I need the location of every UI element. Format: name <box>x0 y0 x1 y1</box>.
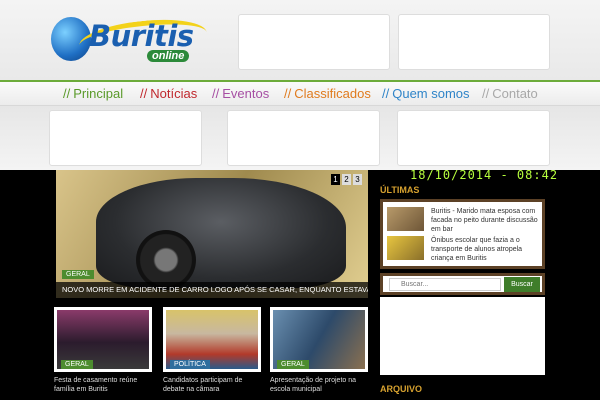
nav-label: Contato <box>492 86 538 101</box>
sidebar-widget <box>380 297 545 375</box>
site-header: Buritis online <box>0 0 600 80</box>
card-title[interactable]: Candidatos participam de debate na câmar… <box>163 376 261 394</box>
news-card-1[interactable]: GERAL <box>54 307 152 372</box>
news-thumb <box>387 236 424 260</box>
category-badge[interactable]: POLÍTICA <box>170 360 210 369</box>
nav-item-quem-somos[interactable]: //Quem somos <box>382 86 470 101</box>
ad-banner-mid-1[interactable] <box>49 110 202 166</box>
ad-band <box>0 106 600 170</box>
ad-banner-top-2[interactable] <box>398 14 550 70</box>
news-item[interactable]: Ônibus escolar que fazia a o transporte … <box>387 236 542 264</box>
nav-label: Principal <box>73 86 124 101</box>
ad-banner-mid-3[interactable] <box>397 110 550 166</box>
slider-page-1[interactable]: 1 <box>331 174 340 185</box>
card-image: GERAL <box>273 310 365 369</box>
search-input[interactable] <box>389 278 501 291</box>
news-item[interactable]: Buritis - Marido mata esposa com facada … <box>387 207 542 235</box>
nav-slash: // <box>382 86 390 101</box>
main-nav: //Principal //Notícias //Eventos //Class… <box>0 80 600 106</box>
site-logo[interactable]: Buritis online <box>49 14 211 67</box>
nav-label: Classificados <box>294 86 371 101</box>
sidebar-heading: ÚLTIMAS <box>380 185 420 195</box>
nav-slash: // <box>140 86 148 101</box>
ad-banner-top-1[interactable] <box>238 14 390 70</box>
slider-page-2[interactable]: 2 <box>342 174 351 185</box>
category-badge[interactable]: GERAL <box>61 360 93 369</box>
logo-subtitle: online <box>147 50 190 62</box>
slide-wheel <box>136 230 196 290</box>
sidebar-heading-archive: ARQUIVO <box>380 384 423 394</box>
featured-slider[interactable]: 1 2 3 GERAL NOVO MORRE EM ACIDENTE DE CA… <box>56 170 368 298</box>
category-badge[interactable]: GERAL <box>62 270 94 279</box>
nav-item-classificados[interactable]: //Classificados <box>284 86 371 101</box>
news-card-3[interactable]: GERAL <box>270 307 368 372</box>
card-title[interactable]: Festa de casamento reúne família em Buri… <box>54 376 152 394</box>
sidebar-news-list: Buritis - Marido mata esposa com facada … <box>380 199 545 269</box>
nav-slash: // <box>482 86 490 101</box>
nav-slash: // <box>212 86 220 101</box>
nav-item-noticias[interactable]: //Notícias <box>140 86 197 101</box>
card-image: GERAL <box>57 310 149 369</box>
nav-label: Notícias <box>150 86 198 101</box>
nav-label: Eventos <box>222 86 270 101</box>
nav-item-contato[interactable]: //Contato <box>482 86 538 101</box>
news-title: Ônibus escolar que fazia a o transporte … <box>431 237 523 262</box>
nav-slash: // <box>63 86 71 101</box>
nav-label: Quem somos <box>392 86 470 101</box>
nav-item-eventos[interactable]: //Eventos <box>212 86 269 101</box>
news-card-2[interactable]: POLÍTICA <box>163 307 261 372</box>
nav-slash: // <box>284 86 292 101</box>
nav-item-principal[interactable]: //Principal <box>63 86 123 101</box>
current-datetime: 18/10/2014 - 08:42 <box>410 168 559 182</box>
slide-caption[interactable]: NOVO MORRE EM ACIDENTE DE CARRO LOGO APÓ… <box>56 282 368 298</box>
card-image: POLÍTICA <box>166 310 258 369</box>
card-title[interactable]: Apresentação de projeto na escola munici… <box>270 376 368 394</box>
category-badge[interactable]: GERAL <box>277 360 309 369</box>
slider-page-3[interactable]: 3 <box>353 174 362 185</box>
slide-image <box>96 178 346 288</box>
search-box: Buscar <box>380 273 545 295</box>
logo-title: Buritis <box>89 19 194 53</box>
news-title: Buritis - Marido mata esposa com facada … <box>431 208 538 233</box>
news-thumb <box>387 207 424 231</box>
ad-banner-mid-2[interactable] <box>227 110 380 166</box>
search-button[interactable]: Buscar <box>504 277 540 292</box>
